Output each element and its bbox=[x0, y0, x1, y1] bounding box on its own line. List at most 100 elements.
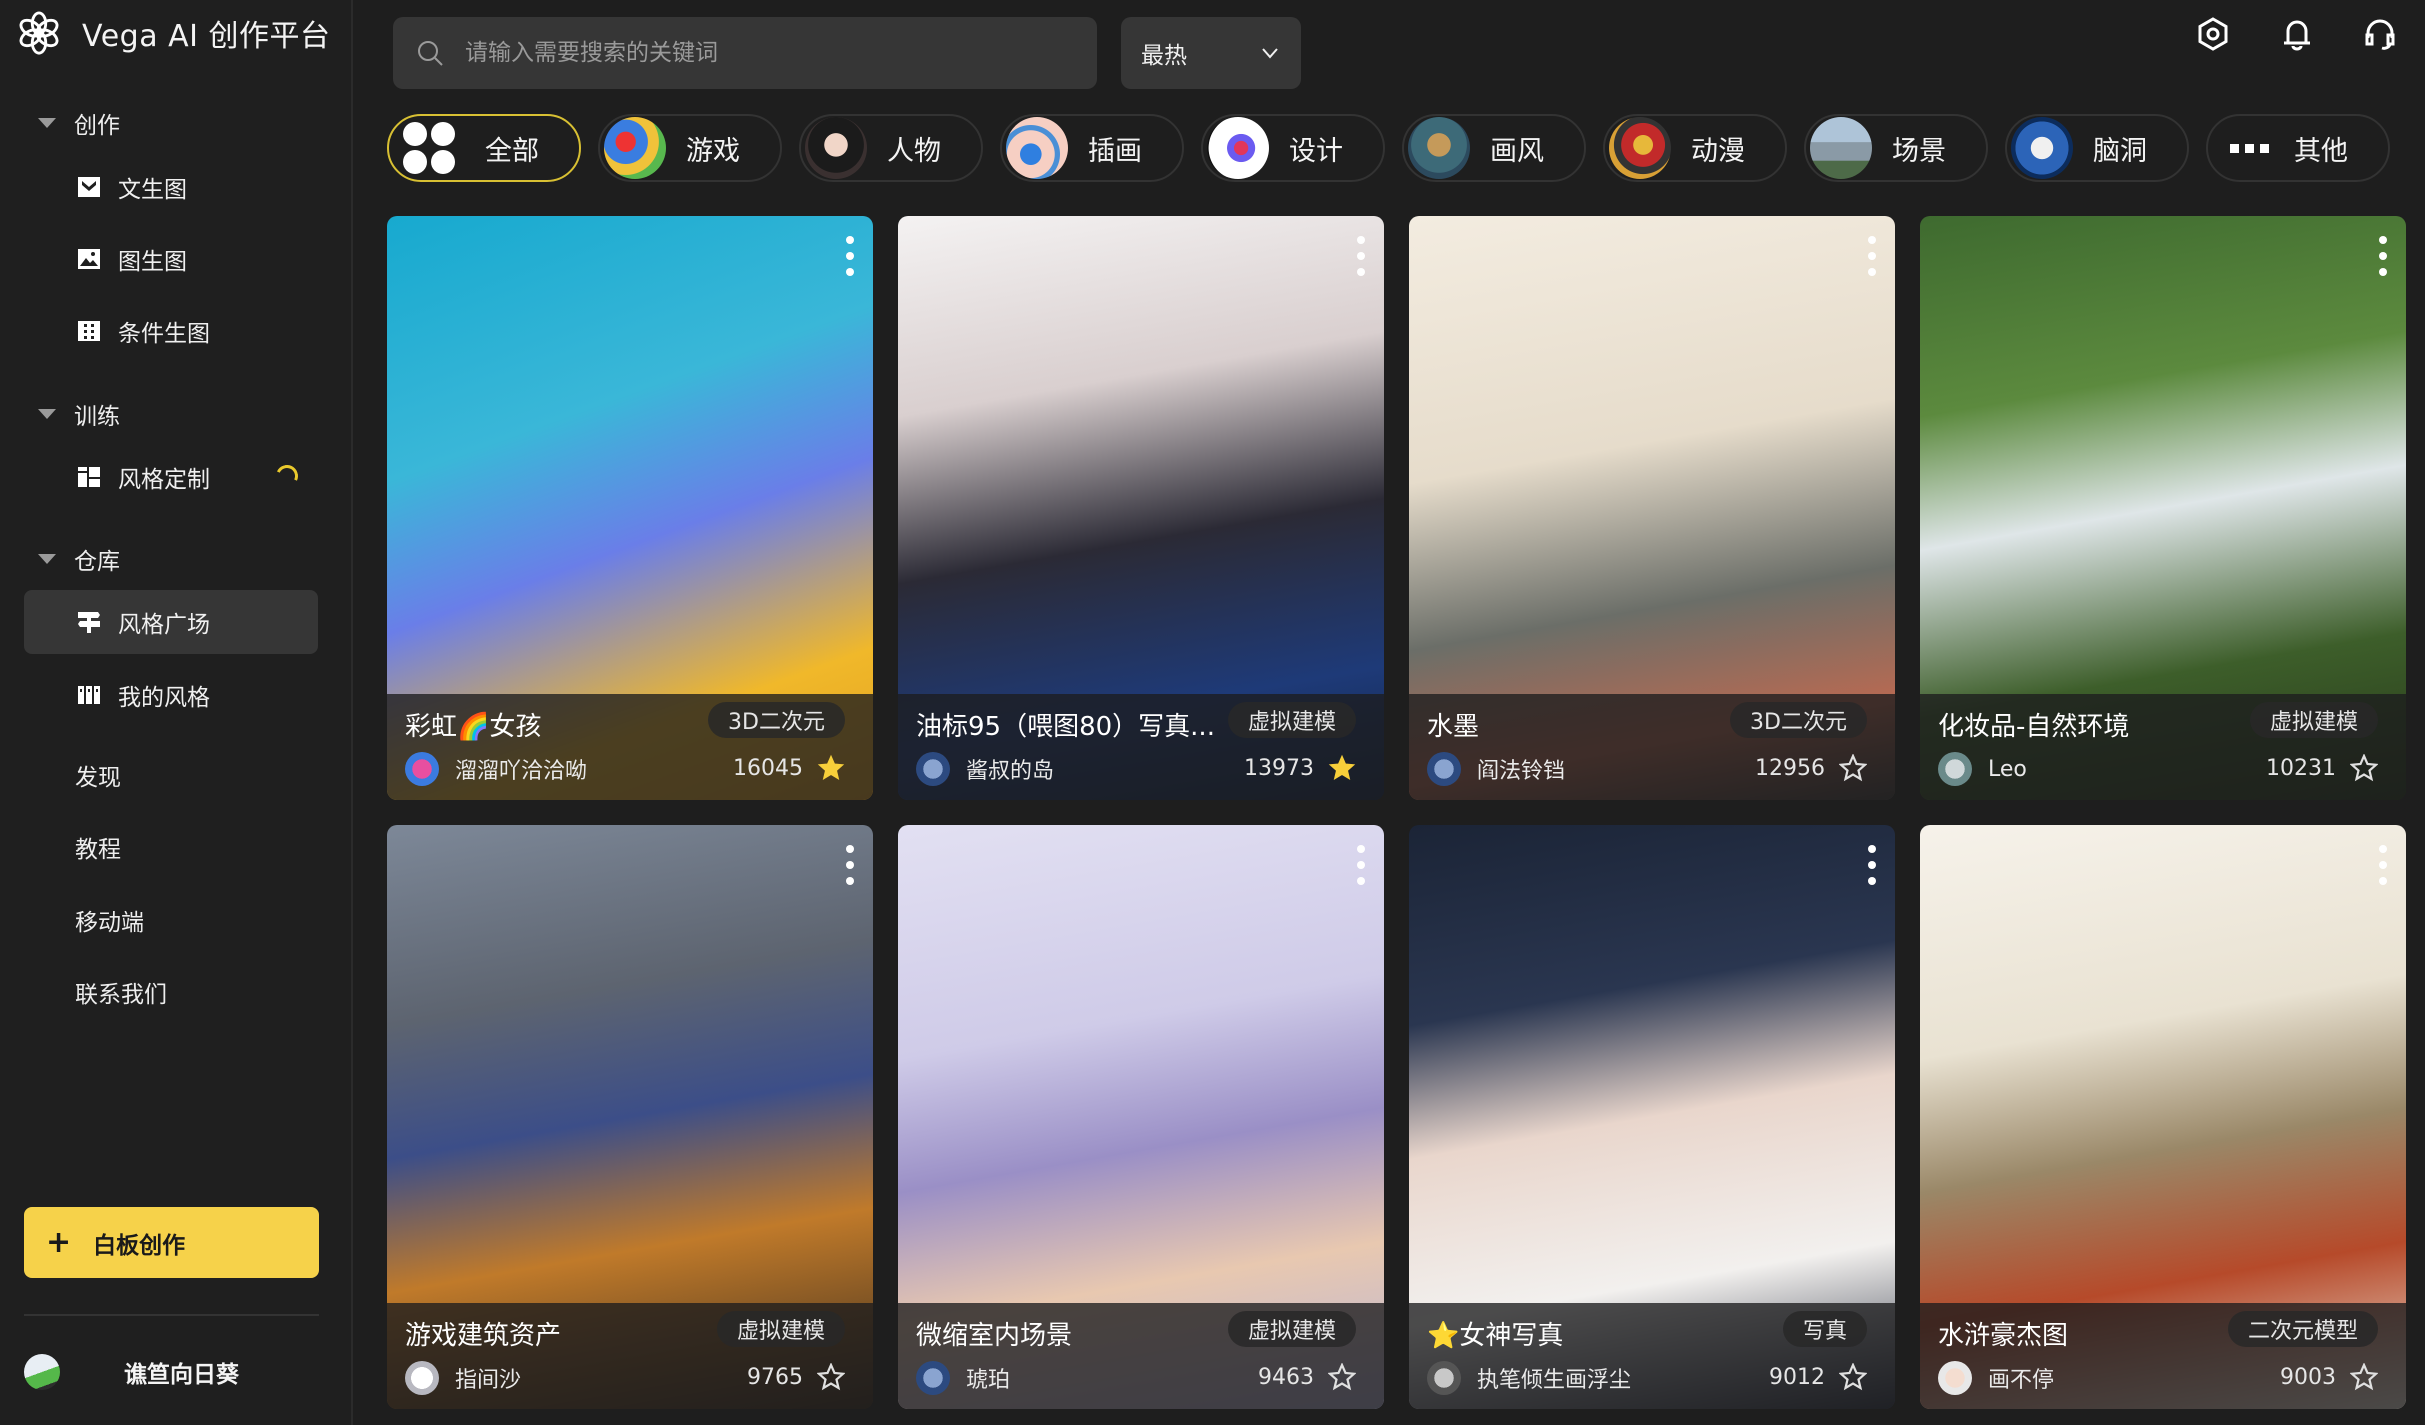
sidebar-item-conditional-image[interactable]: 条件生图 bbox=[24, 299, 318, 363]
sidebar-link-discover[interactable]: 发现 bbox=[75, 758, 121, 792]
chip-other[interactable]: 其他 bbox=[2206, 114, 2390, 182]
card-author[interactable]: 酱叔的岛 bbox=[916, 752, 1054, 786]
card-tag[interactable]: 写真 bbox=[1782, 1311, 1867, 1347]
chip-label: 全部 bbox=[485, 135, 539, 167]
scene-thumbnail bbox=[1810, 117, 1872, 179]
card-author[interactable]: 溜溜吖洽洽呦 bbox=[405, 752, 587, 786]
sidebar-item-style-plaza[interactable]: 风格广场 bbox=[24, 590, 318, 654]
style-card[interactable]: 水墨 3D二次元 阎法铃铛 12956 bbox=[1409, 216, 1895, 800]
card-more-menu-icon[interactable] bbox=[1356, 236, 1366, 276]
chip-all[interactable]: 全部 bbox=[387, 114, 581, 182]
author-name: Leo bbox=[1988, 756, 2027, 782]
sidebar-item-style-custom[interactable]: 风格定制 bbox=[24, 445, 318, 509]
author-name: 阎法铃铛 bbox=[1477, 759, 1566, 784]
style-card[interactable]: 化妆品-自然环境 虚拟建模 Leo 10231 bbox=[1920, 216, 2406, 800]
card-tag[interactable]: 虚拟建模 bbox=[1227, 1311, 1356, 1347]
card-likes: 12956 bbox=[1755, 754, 1867, 782]
category-chips: 全部 游戏 人物 插画 设计 画风 动漫 场景 脑洞 其他 bbox=[387, 114, 2390, 182]
settings-button[interactable] bbox=[2193, 14, 2233, 54]
style-card[interactable]: 水浒豪杰图 二次元模型 画不停 9003 bbox=[1920, 825, 2406, 1409]
style-card[interactable]: 油标95（喂图80）写真... 虚拟建模 酱叔的岛 13973 bbox=[898, 216, 1384, 800]
star-icon[interactable] bbox=[1328, 1363, 1356, 1391]
card-more-menu-icon[interactable] bbox=[2378, 845, 2388, 885]
search-input[interactable] bbox=[465, 40, 1065, 66]
card-more-menu-icon[interactable] bbox=[845, 236, 855, 276]
author-avatar bbox=[1938, 752, 1972, 786]
card-author[interactable]: 琥珀 bbox=[916, 1361, 1010, 1395]
caret-down-icon bbox=[38, 554, 56, 564]
chip-design[interactable]: 设计 bbox=[1201, 114, 1385, 182]
star-icon[interactable] bbox=[1328, 754, 1356, 782]
sidebar-item-my-style[interactable]: 我的风格 bbox=[24, 663, 318, 727]
author-name: 画不停 bbox=[1988, 1368, 2055, 1393]
logo[interactable]: Vega AI 创作平台 bbox=[16, 8, 331, 58]
chip-illustration[interactable]: 插画 bbox=[1000, 114, 1184, 182]
star-icon[interactable] bbox=[2350, 1363, 2378, 1391]
bell-icon bbox=[2284, 20, 2310, 51]
star-icon[interactable] bbox=[817, 1363, 845, 1391]
card-author[interactable]: 阎法铃铛 bbox=[1427, 752, 1565, 786]
sidebar-link-mobile[interactable]: 移动端 bbox=[75, 903, 144, 937]
card-footer: 彩虹🌈女孩 3D二次元 溜溜吖洽洽呦 16045 bbox=[387, 694, 873, 800]
author-name: 指间沙 bbox=[455, 1368, 522, 1393]
style-card[interactable]: 游戏建筑资产 虚拟建模 指间沙 9765 bbox=[387, 825, 873, 1409]
painting-style-thumbnail bbox=[1408, 117, 1470, 179]
star-icon[interactable] bbox=[817, 754, 845, 782]
chip-painting-style[interactable]: 画风 bbox=[1402, 114, 1586, 182]
chip-person[interactable]: 人物 bbox=[799, 114, 983, 182]
card-tag[interactable]: 二次元模型 bbox=[2227, 1311, 2378, 1347]
nav-group-train[interactable]: 训练 bbox=[38, 397, 120, 431]
sidebar-link-contact[interactable]: 联系我们 bbox=[75, 975, 167, 1009]
card-likes: 9012 bbox=[1769, 1363, 1867, 1391]
sort-dropdown[interactable]: 最热 bbox=[1121, 17, 1301, 89]
nav-label: 我的风格 bbox=[118, 685, 210, 711]
card-tag[interactable]: 虚拟建模 bbox=[1227, 702, 1356, 738]
style-card[interactable]: ⭐女神写真 写真 执笔倾生画浮尘 9012 bbox=[1409, 825, 1895, 1409]
sidebar-item-image-to-image[interactable]: 图生图 bbox=[24, 227, 318, 291]
card-title: 化妆品-自然环境 bbox=[1938, 712, 2130, 742]
star-icon[interactable] bbox=[2350, 754, 2378, 782]
nav-group-repo[interactable]: 仓库 bbox=[38, 542, 120, 576]
card-tag[interactable]: 虚拟建模 bbox=[716, 1311, 845, 1347]
star-icon[interactable] bbox=[1839, 754, 1867, 782]
card-more-menu-icon[interactable] bbox=[1867, 845, 1877, 885]
sort-selected: 最热 bbox=[1141, 43, 1187, 69]
card-more-menu-icon[interactable] bbox=[1867, 236, 1877, 276]
search-box[interactable] bbox=[393, 17, 1097, 89]
chip-anime[interactable]: 动漫 bbox=[1603, 114, 1787, 182]
card-more-menu-icon[interactable] bbox=[845, 845, 855, 885]
like-count: 13973 bbox=[1244, 755, 1314, 781]
chip-game[interactable]: 游戏 bbox=[598, 114, 782, 182]
caret-down-icon bbox=[38, 409, 56, 419]
support-button[interactable] bbox=[2360, 14, 2400, 54]
nav-group-create[interactable]: 创作 bbox=[38, 106, 120, 140]
card-tag[interactable]: 3D二次元 bbox=[708, 702, 845, 738]
nav-label: 文生图 bbox=[118, 177, 187, 203]
style-card[interactable]: 微缩室内场景 虚拟建模 琥珀 9463 bbox=[898, 825, 1384, 1409]
settings-icon bbox=[2198, 17, 2228, 51]
card-author[interactable]: Leo bbox=[1938, 752, 2027, 786]
user-profile[interactable]: 谯笪向日葵 bbox=[24, 1340, 239, 1404]
sidebar-item-text-to-image[interactable]: 文生图 bbox=[24, 155, 318, 219]
whiteboard-create-button[interactable]: + 白板创作 bbox=[24, 1207, 319, 1278]
conditional-image-icon bbox=[78, 321, 100, 341]
chip-brainstorm[interactable]: 脑洞 bbox=[2005, 114, 2189, 182]
person-thumbnail bbox=[805, 117, 867, 179]
card-author[interactable]: 执笔倾生画浮尘 bbox=[1427, 1361, 1631, 1395]
sidebar-link-tutorial[interactable]: 教程 bbox=[75, 830, 121, 864]
all-icon bbox=[403, 122, 455, 174]
card-tag[interactable]: 3D二次元 bbox=[1730, 702, 1867, 738]
card-author[interactable]: 指间沙 bbox=[405, 1361, 521, 1395]
author-avatar bbox=[916, 752, 950, 786]
card-title: 游戏建筑资产 bbox=[405, 1321, 562, 1351]
notifications-button[interactable] bbox=[2277, 14, 2317, 54]
chip-scene[interactable]: 场景 bbox=[1804, 114, 1988, 182]
style-card[interactable]: 彩虹🌈女孩 3D二次元 溜溜吖洽洽呦 16045 bbox=[387, 216, 873, 800]
card-tag[interactable]: 虚拟建模 bbox=[2249, 702, 2378, 738]
star-icon[interactable] bbox=[1839, 1363, 1867, 1391]
card-more-menu-icon[interactable] bbox=[2378, 236, 2388, 276]
avatar bbox=[24, 1354, 60, 1390]
chip-label: 人物 bbox=[887, 135, 941, 167]
card-author[interactable]: 画不停 bbox=[1938, 1361, 2054, 1395]
card-more-menu-icon[interactable] bbox=[1356, 845, 1366, 885]
